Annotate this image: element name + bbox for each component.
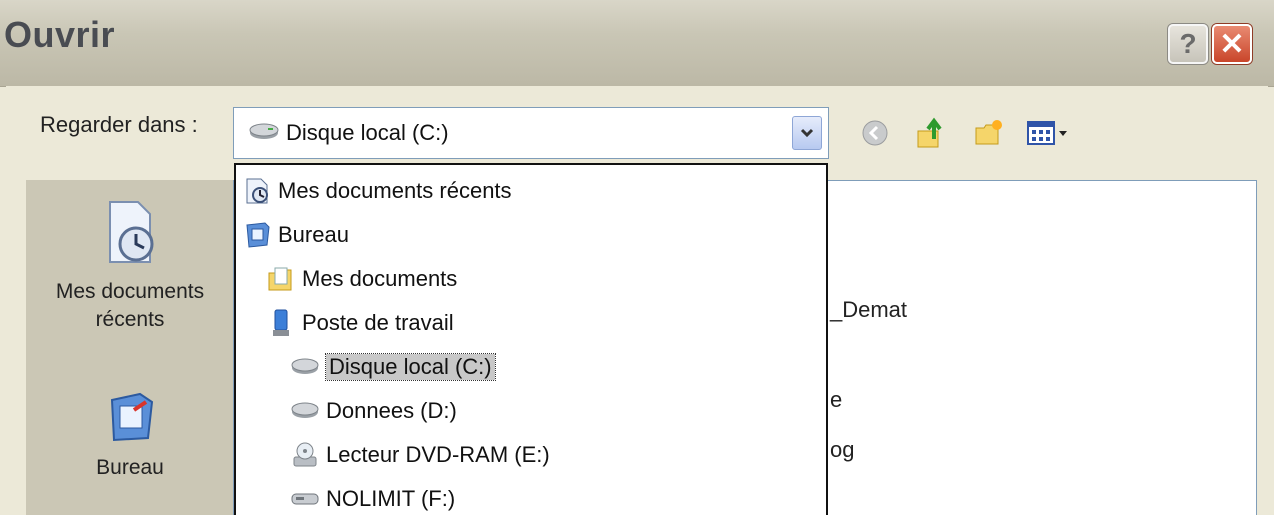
dropdown-item-label: Mes documents récents bbox=[278, 178, 512, 203]
file-item[interactable]: og bbox=[830, 437, 854, 463]
close-button[interactable]: ✕ bbox=[1212, 24, 1252, 64]
desktop-icon bbox=[242, 220, 272, 250]
dropdown-item-my-computer[interactable]: Poste de travail bbox=[266, 305, 454, 341]
chevron-down-icon bbox=[800, 128, 814, 138]
look-in-value: Disque local (C:) bbox=[286, 120, 449, 145]
hard-drive-icon bbox=[290, 396, 320, 426]
look-in-combobox[interactable]: Disque local (C:) bbox=[233, 107, 829, 159]
dropdown-item-my-documents[interactable]: Mes documents bbox=[266, 261, 457, 297]
file-item[interactable]: e bbox=[830, 387, 842, 413]
back-button[interactable] bbox=[858, 116, 892, 150]
window-title: Ouvrir bbox=[4, 14, 116, 55]
new-folder-icon bbox=[975, 120, 1002, 145]
dropdown-item-label: Lecteur DVD-RAM (E:) bbox=[326, 442, 550, 467]
up-folder-icon bbox=[917, 117, 942, 148]
desktop-icon bbox=[110, 392, 154, 442]
dropdown-item-data-d[interactable]: Donnees (D:) bbox=[290, 393, 457, 429]
look-in-label: Regarder dans : bbox=[40, 112, 198, 137]
dropdown-item-label: Donnees (D:) bbox=[326, 398, 457, 423]
my-computer-icon bbox=[266, 308, 296, 338]
dropdown-item-label: Mes documents bbox=[302, 266, 458, 291]
help-button[interactable]: ? bbox=[1168, 24, 1208, 64]
removable-drive-icon bbox=[290, 484, 320, 514]
recent-documents-icon bbox=[109, 201, 154, 263]
dropdown-item-desktop[interactable]: Bureau bbox=[242, 217, 349, 253]
dropdown-item-nolimit-f[interactable]: NOLIMIT (F:) bbox=[290, 481, 455, 515]
dvd-drive-icon bbox=[290, 440, 320, 470]
look-in-dropdown-button[interactable] bbox=[792, 116, 822, 150]
place-desktop[interactable]: Bureau bbox=[26, 390, 234, 482]
new-folder-button[interactable] bbox=[972, 116, 1006, 150]
hard-drive-icon bbox=[290, 352, 320, 382]
place-desktop-label: Bureau bbox=[96, 456, 164, 479]
up-folder-button[interactable] bbox=[914, 116, 948, 150]
hard-drive-icon bbox=[249, 123, 279, 139]
view-menu-icon bbox=[1027, 121, 1067, 145]
dropdown-item-label: Disque local (C:) bbox=[325, 353, 496, 381]
places-bar: Mes documents récents Bureau bbox=[26, 180, 234, 515]
place-recent-documents-label: Mes documents récents bbox=[55, 280, 205, 331]
place-recent-documents[interactable]: Mes documents récents bbox=[26, 198, 234, 334]
view-menu-button[interactable] bbox=[1024, 116, 1074, 150]
look-in-dropdown-list[interactable]: Mes documents récents Bureau Mes documen… bbox=[234, 163, 828, 515]
dropdown-item-recent-documents[interactable]: Mes documents récents bbox=[242, 173, 512, 209]
back-icon bbox=[862, 120, 888, 146]
dropdown-item-label: NOLIMIT (F:) bbox=[326, 486, 456, 511]
dropdown-item-local-disk-c[interactable]: Disque local (C:) bbox=[290, 349, 496, 385]
title-bar: Ouvrir ? ✕ bbox=[0, 0, 1274, 87]
dropdown-item-dvd-e[interactable]: Lecteur DVD-RAM (E:) bbox=[290, 437, 550, 473]
my-documents-icon bbox=[266, 264, 296, 294]
recent-documents-icon bbox=[242, 176, 272, 206]
dropdown-item-label: Poste de travail bbox=[302, 310, 454, 335]
file-item[interactable]: _Demat bbox=[830, 297, 907, 323]
dropdown-item-label: Bureau bbox=[278, 222, 349, 247]
